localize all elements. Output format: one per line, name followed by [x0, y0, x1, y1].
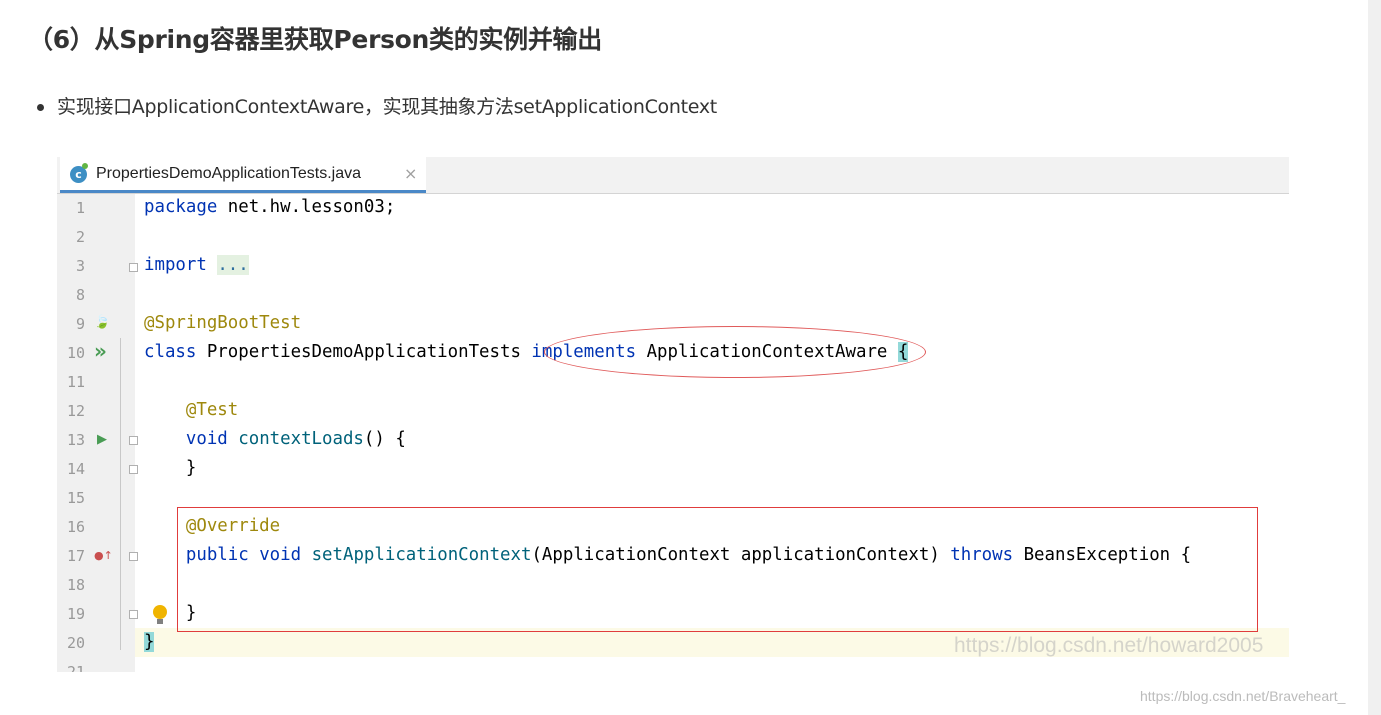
page-scrollbar[interactable]	[1368, 0, 1381, 715]
code-token: }	[144, 632, 155, 652]
editor-tabbar: c PropertiesDemoApplicationTests.java ×	[57, 157, 1289, 194]
line-number: 14	[66, 460, 85, 478]
line-number: 8	[75, 286, 85, 304]
code-text: void contextLoads() {	[144, 429, 406, 449]
fold-marker-icon[interactable]	[129, 465, 138, 474]
code-line[interactable]: 1 package net.hw.lesson03;	[57, 194, 1289, 223]
editor-watermark: https://blog.csdn.net/howard2005	[954, 634, 1264, 657]
code-token: import	[144, 255, 207, 275]
page-title: （6）从Spring容器里获取Person类的实例并输出	[28, 25, 602, 54]
code-text: package net.hw.lesson03;	[144, 197, 395, 217]
test-status-dot-icon	[82, 163, 88, 169]
override-method-icon[interactable]: ●↑	[94, 549, 113, 562]
code-text: @SpringBootTest	[144, 313, 301, 333]
line-number: 11	[66, 373, 85, 391]
lightbulb-icon[interactable]	[153, 605, 167, 619]
code-token: package	[144, 197, 218, 217]
line-number: 3	[75, 257, 85, 275]
fold-marker-icon[interactable]	[129, 552, 138, 561]
code-token: void	[185, 429, 228, 449]
code-text: }	[144, 458, 196, 478]
run-all-tests-icon[interactable]: »	[94, 339, 107, 363]
page-watermark: https://blog.csdn.net/Braveheart_	[1140, 688, 1346, 704]
line-number: 16	[66, 518, 85, 536]
code-line[interactable]: 2	[57, 223, 1289, 252]
line-number: 15	[66, 489, 85, 507]
run-test-icon[interactable]: ▶	[97, 432, 107, 447]
code-text: @Test	[144, 400, 238, 420]
code-line[interactable]: 8	[57, 281, 1289, 310]
line-number: 13	[66, 431, 85, 449]
line-number: 20	[66, 634, 85, 652]
code-token: net.hw.lesson03;	[217, 197, 396, 217]
code-editor-screenshot: c PropertiesDemoApplicationTests.java × …	[57, 157, 1289, 672]
line-number: 10	[66, 344, 85, 362]
tab-label: PropertiesDemoApplicationTests.java	[96, 165, 362, 182]
line-number: 9	[75, 315, 85, 333]
line-number: 2	[75, 228, 85, 246]
code-text: }	[144, 632, 155, 652]
code-token: PropertiesDemoApplicationTests	[196, 342, 532, 362]
code-token: @SpringBootTest	[144, 313, 302, 333]
tab-properties-demo-tests[interactable]: c PropertiesDemoApplicationTests.java ×	[60, 157, 426, 193]
bullet-dot	[37, 104, 44, 111]
fold-marker-icon[interactable]	[129, 263, 138, 272]
spring-bean-icon[interactable]: 🍃	[94, 315, 110, 330]
code-text: import ...	[144, 255, 249, 275]
line-number: 18	[66, 576, 85, 594]
code-token: }	[144, 458, 197, 478]
line-number: 19	[66, 605, 85, 623]
code-token: contextLoads	[238, 429, 364, 449]
fold-marker-icon[interactable]	[129, 610, 138, 619]
code-token: () {	[363, 429, 406, 449]
code-line[interactable]: 14 }	[57, 455, 1289, 484]
code-token: class	[144, 342, 197, 362]
close-icon[interactable]: ×	[404, 164, 417, 183]
code-line[interactable]: 21	[57, 658, 1289, 672]
code-token: @Test	[185, 400, 239, 420]
line-number: 21	[66, 663, 85, 672]
line-number: 17	[66, 547, 85, 565]
highlight-ellipse	[544, 326, 926, 378]
line-number: 1	[75, 199, 85, 217]
code-line[interactable]: 3 import ...	[57, 252, 1289, 281]
code-line[interactable]: 13 void contextLoads() { ▶	[57, 426, 1289, 455]
fold-marker-icon[interactable]	[129, 436, 138, 445]
line-number: 12	[66, 402, 85, 420]
highlight-box	[177, 507, 1258, 632]
lightbulb-base-icon	[157, 619, 163, 624]
bullet-text: 实现接口ApplicationContextAware，实现其抽象方法setAp…	[57, 96, 717, 118]
code-line[interactable]: 12 @Test	[57, 397, 1289, 426]
code-token: ...	[217, 255, 249, 275]
